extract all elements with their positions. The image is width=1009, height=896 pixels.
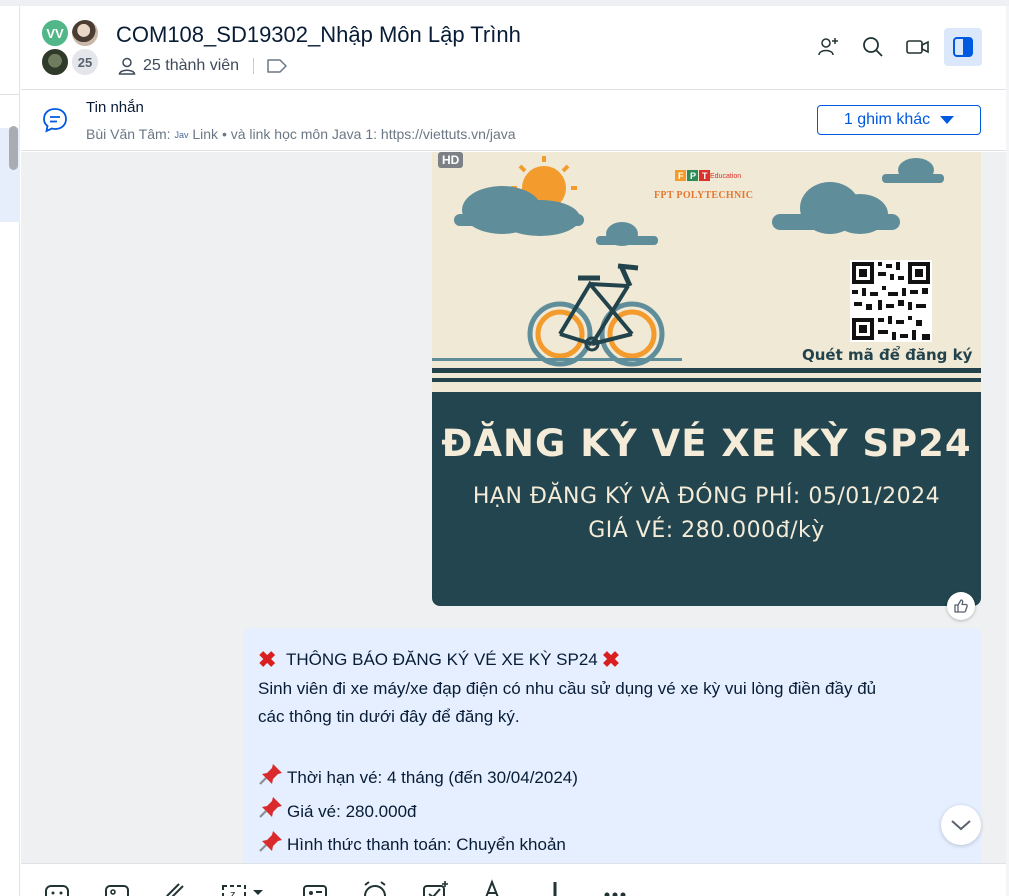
avatar <box>40 47 70 77</box>
header-actions <box>809 28 982 66</box>
member-count[interactable]: 25 thành viên <box>117 56 288 76</box>
image-icon[interactable] <box>103 878 131 896</box>
search-icon <box>863 37 883 57</box>
qr-code <box>850 260 932 342</box>
text-format-icon[interactable] <box>481 878 509 896</box>
avatar <box>70 18 100 48</box>
conversation-scrollbar[interactable] <box>9 126 18 170</box>
task-check-icon[interactable] <box>421 878 449 896</box>
pinned-link-label: Link <box>192 126 219 142</box>
chat-window: VV 25 COM108_SD19302_Nhập Môn Lập Trình … <box>0 0 1009 896</box>
sidebar-panel-icon <box>953 37 973 57</box>
poster-deadline: HẠN ĐĂNG KÝ VÀ ĐÓNG PHÍ: 05/01/2024 <box>472 484 941 509</box>
thumbs-up-icon <box>954 599 968 613</box>
chevron-down-icon <box>951 820 971 831</box>
svg-text:F: F <box>678 171 684 181</box>
group-avatar[interactable]: VV 25 <box>40 18 102 78</box>
alarm-clock-icon[interactable] <box>361 878 389 896</box>
poster-price: GIÁ VÉ: 280.000đ/kỳ <box>588 518 825 543</box>
image-message[interactable]: F P T HD FPT POLYTECHNIC Education Quét … <box>432 152 981 606</box>
message-bubble-icon <box>41 106 69 139</box>
bullet-text: Thời hạn vé: 4 tháng (đến 30/04/2024) <box>287 768 578 787</box>
pinned-text: • và link học môn Java 1: https://viettu… <box>221 126 516 142</box>
pushpin-icon <box>258 829 287 863</box>
message-line: Sinh viên đi xe máy/xe đạp điện có nhu c… <box>258 678 877 698</box>
caret-down-icon <box>940 116 955 124</box>
video-call-button[interactable] <box>899 28 937 66</box>
add-member-button[interactable] <box>809 28 847 66</box>
contact-card-icon[interactable] <box>301 878 329 896</box>
composer-toolbar: z <box>21 863 1006 896</box>
more-pins-button[interactable]: 1 ghim khác <box>817 105 981 135</box>
sticker-icon[interactable] <box>43 878 71 896</box>
bullet-text: Hình thức thanh toán: Chuyển khoản <box>287 835 566 854</box>
paperclip-icon[interactable] <box>163 878 191 896</box>
svg-text:T: T <box>702 171 708 181</box>
scan-caption: Quét mã để đăng ký <box>802 346 973 364</box>
member-count-label: 25 thành viên <box>143 57 240 74</box>
cross-mark-icon: ✖ <box>601 647 621 672</box>
brand-name: FPT POLYTECHNIC <box>654 190 754 201</box>
video-camera-icon <box>906 40 929 54</box>
bullet-row: Giá vé: 280.000đ <box>258 795 966 829</box>
message-list[interactable]: F P T HD FPT POLYTECHNIC Education Quét … <box>21 152 1006 863</box>
divider <box>0 94 20 95</box>
pinned-message-bar[interactable]: Tin nhắn Bùi Văn Tâm: Jav Link • và link… <box>21 91 1006 151</box>
fpt-logo: F P T <box>675 170 710 181</box>
message-heading-row: ✖ THÔNG BÁO ĐĂNG KÝ VÉ XE KỲ SP24 ✖ <box>258 646 966 675</box>
bullet-row: Thời hạn vé: 4 tháng (đến 30/04/2024) <box>258 762 966 796</box>
hd-badge: HD <box>438 152 464 168</box>
poster-title: ĐĂNG KÝ VÉ XE KỲ SP24 <box>441 422 972 465</box>
screenshot-icon[interactable]: z <box>221 878 265 896</box>
more-options-icon[interactable] <box>601 878 629 896</box>
react-button[interactable] <box>947 592 975 620</box>
more-pins-label: 1 ghim khác <box>843 111 931 128</box>
link-thumbnail-icon: Jav <box>174 130 189 141</box>
urgent-mark-icon[interactable] <box>541 878 569 896</box>
pushpin-icon <box>258 762 287 796</box>
message-line: các thông tin dưới đây để đăng ký. <box>258 707 520 726</box>
tag-icon[interactable] <box>266 58 288 74</box>
svg-text:z: z <box>230 889 236 896</box>
group-title[interactable]: COM108_SD19302_Nhập Môn Lập Trình <box>116 22 521 48</box>
pinned-sender: Bùi Văn Tâm: <box>86 126 171 142</box>
chat-header: VV 25 COM108_SD19302_Nhập Môn Lập Trình … <box>21 6 1006 90</box>
search-button[interactable] <box>854 28 892 66</box>
bullet-row: Hình thức thanh toán: Chuyển khoản <box>258 829 966 863</box>
svg-text:P: P <box>690 171 696 181</box>
pinned-title: Tin nhắn <box>86 99 144 116</box>
toggle-sidebar-button[interactable] <box>944 28 982 66</box>
scroll-to-bottom-button[interactable] <box>941 805 981 845</box>
text-message[interactable]: ✖ THÔNG BÁO ĐĂNG KÝ VÉ XE KỲ SP24 ✖ Sinh… <box>243 628 981 863</box>
brand-subtitle: Education <box>710 173 742 180</box>
add-user-icon <box>818 38 838 56</box>
avatar: VV <box>40 18 70 48</box>
cross-mark-icon: ✖ <box>258 647 277 672</box>
avatar-count: 25 <box>70 47 100 77</box>
bullet-text: Giá vé: 280.000đ <box>287 801 417 821</box>
conversation-list-edge <box>0 6 20 896</box>
message-heading: THÔNG BÁO ĐĂNG KÝ VÉ XE KỲ SP24 <box>286 650 598 669</box>
user-icon <box>118 57 136 75</box>
pinned-preview: Bùi Văn Tâm: Jav Link • và link học môn … <box>86 126 516 142</box>
pushpin-icon <box>258 795 287 829</box>
divider <box>253 58 255 74</box>
